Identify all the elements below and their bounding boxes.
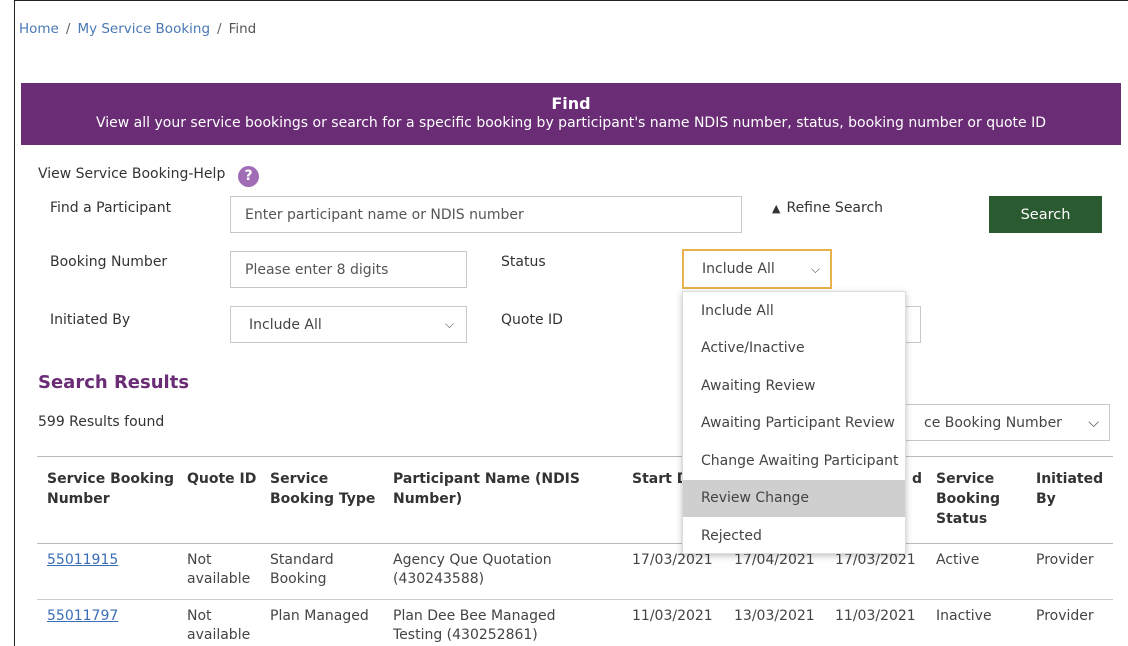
chevron-down-icon: ⌵ <box>810 261 820 276</box>
column-header-initiated-by[interactable]: Initiated By <box>1036 469 1103 509</box>
start-date-cell: 11/03/2021 <box>632 608 713 624</box>
breadcrumb-current: Find <box>228 21 257 37</box>
breadcrumb: Home / My Service Booking / Find <box>19 21 256 37</box>
page-subtitle: View all your service bookings or search… <box>96 115 1046 131</box>
chevron-down-icon: ⌵ <box>1088 414 1099 431</box>
search-results-heading: Search Results <box>38 372 190 393</box>
initiated-by-select[interactable]: Include All ⌵ <box>230 306 467 343</box>
status-option-awaiting-participant-review[interactable]: Awaiting Participant Review <box>683 405 905 443</box>
search-button[interactable]: Search <box>989 196 1102 233</box>
header-line: Participant Name (NDIS <box>393 471 580 487</box>
type-cell: Standard Booking <box>270 551 334 589</box>
cell-line: available <box>187 571 251 587</box>
column-header-quote-id[interactable]: Quote ID <box>187 469 256 489</box>
breadcrumb-separator: / <box>65 21 71 37</box>
booking-number-input[interactable]: Please enter 8 digits <box>230 251 467 288</box>
submitted-date-cell: 11/03/2021 <box>835 608 916 624</box>
header-line: Initiated <box>1036 471 1104 487</box>
chevron-down-icon: ⌵ <box>444 317 454 331</box>
sb-number-link[interactable]: 55011797 <box>47 608 118 624</box>
page-frame: Home / My Service Booking / Find Find View a… <box>14 0 1128 646</box>
header-line: Booking <box>936 491 1001 507</box>
type-cell: Plan Managed <box>270 607 369 626</box>
cell-line: Not <box>187 552 212 568</box>
status-option-awaiting-review[interactable]: Awaiting Review <box>683 367 905 405</box>
cell-line: Agency Que Quotation <box>393 552 552 568</box>
cell-line: Not <box>187 608 212 624</box>
page-banner: Find View all your service bookings or s… <box>21 83 1121 145</box>
header-line: Booking Type <box>270 491 376 507</box>
breadcrumb-home-link[interactable]: Home <box>19 21 59 37</box>
find-participant-input[interactable]: Enter participant name or NDIS number <box>230 196 742 233</box>
initiated-cell: Provider <box>1036 608 1094 624</box>
header-line: Number <box>47 491 110 507</box>
status-cell: Active <box>936 552 980 568</box>
sort-select-value: ce Booking Number <box>924 414 1062 431</box>
cell-line: Plan Managed <box>270 608 369 624</box>
page-title: Find <box>551 94 591 113</box>
initiated-by-value: Include All <box>249 316 322 333</box>
quote-cell: Not available <box>187 607 250 645</box>
status-option-review-change[interactable]: Review Change <box>683 479 905 517</box>
sb-number-link[interactable]: 55011915 <box>47 552 118 568</box>
initiated-cell: Provider <box>1036 552 1094 568</box>
cell-line: Booking <box>270 571 327 587</box>
column-header-participant[interactable]: Participant Name (NDIS Number) <box>393 469 580 509</box>
status-option-rejected[interactable]: Rejected <box>683 517 905 555</box>
table-row: 55011915 Not available Standard Booking … <box>37 544 1113 600</box>
status-option-change-awaiting-participant[interactable]: Change Awaiting Participant <box>683 442 905 480</box>
column-header-sb-type[interactable]: Service Booking Type <box>270 469 375 509</box>
header-line: Number) <box>393 491 463 507</box>
help-link[interactable]: View Service Booking-Help <box>38 166 225 182</box>
table-row: 55011797 Not available Plan Managed Plan… <box>37 600 1113 646</box>
cell-line: available <box>187 627 251 643</box>
header-line: Service Booking <box>47 471 175 487</box>
column-header-status[interactable]: Service Booking Status <box>936 469 1000 529</box>
find-participant-placeholder: Enter participant name or NDIS number <box>245 206 524 223</box>
sort-select[interactable]: ce Booking Number ⌵ <box>885 404 1110 441</box>
initiated-by-label: Initiated By <box>50 312 131 328</box>
cell-line: Plan Dee Bee Managed <box>393 608 556 624</box>
column-header-start-date[interactable]: Start D <box>632 469 688 489</box>
cell-line: (430243588) <box>393 571 485 587</box>
column-header-sb-number[interactable]: Service Booking Number <box>47 469 174 509</box>
sb-number-cell: 55011797 <box>47 607 118 626</box>
quote-cell: Not available <box>187 551 250 589</box>
status-select[interactable]: Include All ⌵ <box>682 249 832 289</box>
status-label: Status <box>501 254 546 270</box>
header-line: Service <box>936 471 995 487</box>
status-option-include-all[interactable]: Include All <box>683 292 905 330</box>
status-dropdown-menu: Include All Active/Inactive Awaiting Rev… <box>682 291 906 554</box>
end-date-cell: 13/03/2021 <box>734 608 815 624</box>
chevron-up-icon: ▲ <box>772 202 781 215</box>
find-participant-label: Find a Participant <box>50 200 172 216</box>
header-line: By <box>1036 491 1056 507</box>
participant-cell: Plan Dee Bee Managed Testing (430252861) <box>393 607 555 645</box>
sb-number-cell: 55011915 <box>47 551 118 570</box>
booking-number-label: Booking Number <box>50 254 168 270</box>
results-count: 599 Results found <box>38 414 165 430</box>
header-line: Status <box>936 511 988 527</box>
status-select-value: Include All <box>702 261 775 277</box>
booking-number-placeholder: Please enter 8 digits <box>245 261 389 278</box>
breadcrumb-section-link[interactable]: My Service Booking <box>77 21 210 37</box>
header-line: Service <box>270 471 329 487</box>
cell-line: Testing (430252861) <box>393 627 538 643</box>
refine-search-label: Refine Search <box>786 200 884 216</box>
quote-id-label: Quote ID <box>501 312 563 328</box>
cell-line: Standard <box>270 552 334 568</box>
breadcrumb-separator: / <box>217 21 222 37</box>
refine-search-toggle[interactable]: ▲ Refine Search <box>772 200 883 216</box>
table-header: Service Booking Number Quote ID Service … <box>37 456 1113 544</box>
column-header-submitted[interactable]: d <box>912 469 922 489</box>
help-icon[interactable]: ? <box>238 166 259 187</box>
status-cell: Inactive <box>936 608 992 624</box>
participant-cell: Agency Que Quotation (430243588) <box>393 551 552 589</box>
status-option-active-inactive[interactable]: Active/Inactive <box>683 330 905 368</box>
